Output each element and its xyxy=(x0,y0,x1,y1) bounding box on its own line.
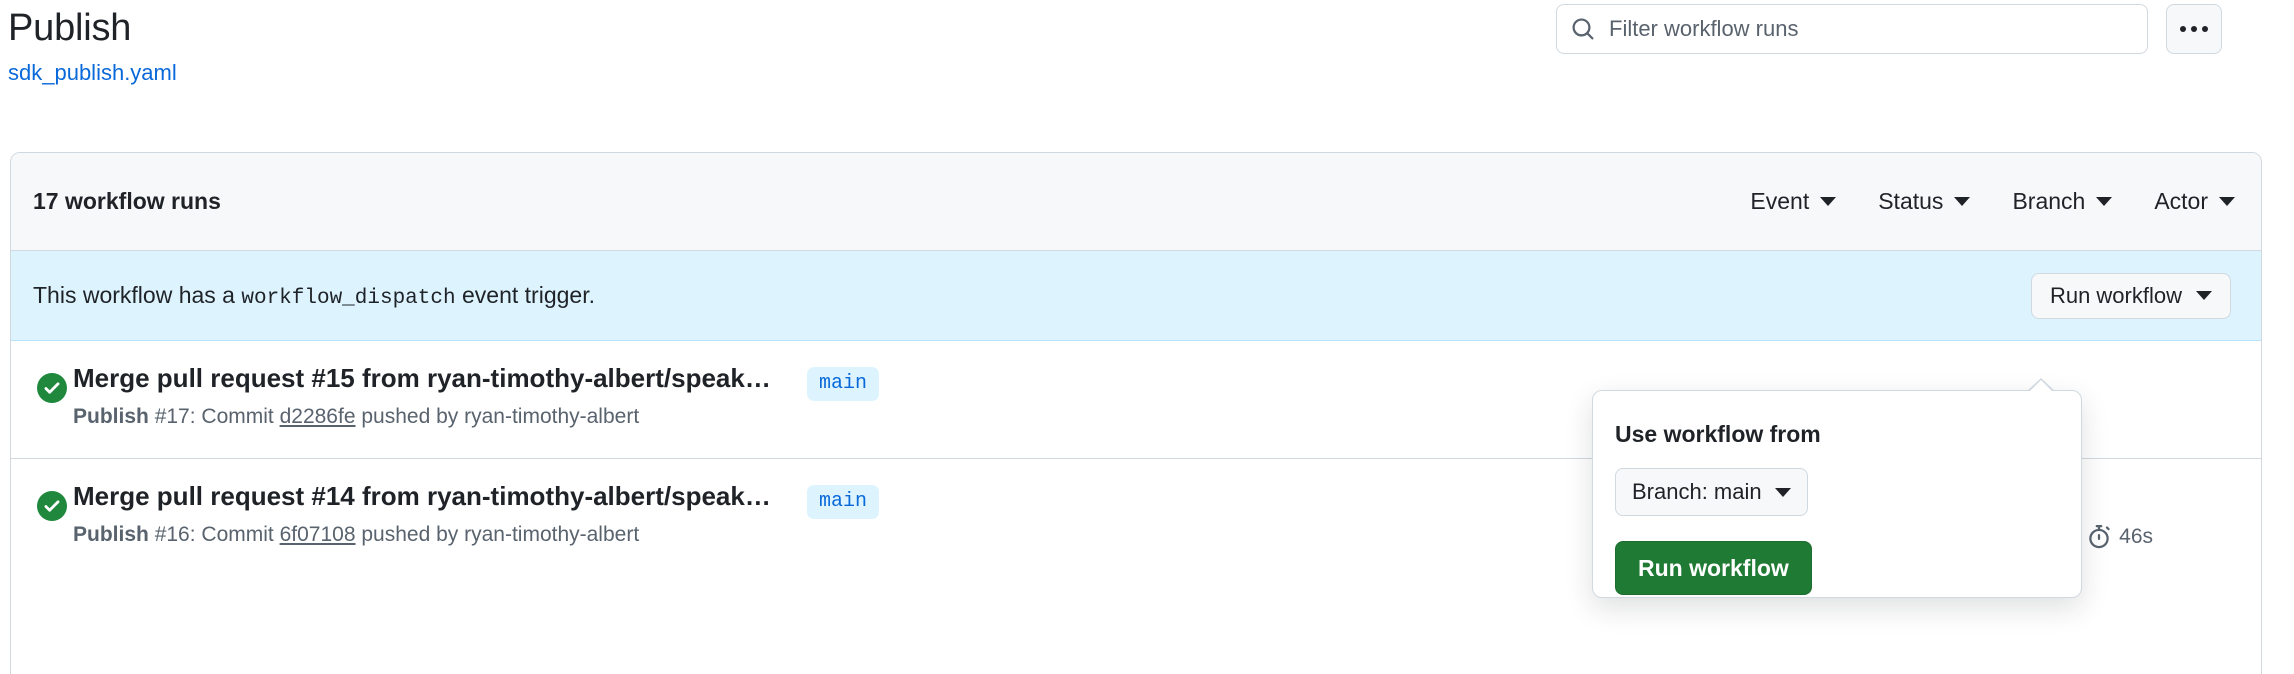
dispatch-text-after: event trigger. xyxy=(462,281,595,308)
commit-word: Commit xyxy=(201,405,274,428)
workflow-runs-page: Publish sdk_publish.yaml 17 workflow run… xyxy=(0,0,2294,674)
run-number: #16: xyxy=(154,523,196,546)
kebab-dot xyxy=(2180,26,2186,32)
search-icon xyxy=(1572,18,1594,40)
run-workflow-dropdown-button[interactable]: Run workflow xyxy=(2030,272,2231,319)
branch-select-button[interactable]: Branch: main xyxy=(1615,468,1808,516)
run-title[interactable]: Merge pull request #15 from ryan-timothy… xyxy=(73,363,773,394)
run-workflow-submit-label: Run workflow xyxy=(1638,554,1789,581)
pushed-by-text: pushed by ryan-timothy-albert xyxy=(361,523,640,546)
chevron-down-icon xyxy=(2219,197,2235,206)
page-title: Publish xyxy=(8,7,132,49)
search-field[interactable] xyxy=(1556,4,2148,54)
search-input[interactable] xyxy=(1595,16,2133,42)
dropdown-caret-icon xyxy=(2029,380,2053,392)
chevron-down-icon xyxy=(1774,487,1791,497)
filters-group: Event Status Branch Actor xyxy=(1750,188,2235,215)
dispatch-banner-text: This workflow has a workflow_dispatch ev… xyxy=(33,282,595,310)
run-workflow-submit-button[interactable]: Run workflow xyxy=(1615,541,1812,595)
run-workflow-name: Publish xyxy=(73,405,149,428)
branch-badge[interactable]: main xyxy=(807,367,880,401)
run-workflow-name: Publish xyxy=(73,523,149,546)
chevron-down-icon xyxy=(2096,197,2113,206)
chevron-down-icon xyxy=(2196,291,2212,300)
filter-branch[interactable]: Branch xyxy=(2012,188,2113,215)
commit-sha-link[interactable]: 6f07108 xyxy=(280,523,356,546)
run-meta: Publish #17: Commit d2286fe pushed by ry… xyxy=(73,405,639,429)
filter-branch-label: Branch xyxy=(2012,188,2086,214)
filter-event[interactable]: Event xyxy=(1750,188,1837,215)
more-options-button[interactable] xyxy=(2166,4,2222,54)
workflow-dispatch-banner: This workflow has a workflow_dispatch ev… xyxy=(11,251,2261,341)
filter-status-label: Status xyxy=(1878,188,1944,214)
kebab-dot xyxy=(2191,26,2197,32)
workflow-file-link[interactable]: sdk_publish.yaml xyxy=(8,60,177,86)
kebab-dot xyxy=(2202,26,2208,32)
chevron-down-icon xyxy=(1954,197,1971,206)
run-title[interactable]: Merge pull request #14 from ryan-timothy… xyxy=(73,481,773,512)
stopwatch-icon xyxy=(2089,525,2110,549)
filter-event-label: Event xyxy=(1750,188,1810,214)
run-number: #17: xyxy=(154,405,196,428)
chevron-down-icon xyxy=(1820,197,1837,206)
filter-actor-label: Actor xyxy=(2154,188,2208,214)
run-workflow-trigger-label: Run workflow xyxy=(2049,282,2182,308)
success-check-icon xyxy=(37,491,67,521)
branch-select-label: Branch: main xyxy=(1632,479,1762,504)
run-workflow-dropdown-panel: Use workflow from Branch: main Run workf… xyxy=(1592,378,2082,598)
page-header: Publish sdk_publish.yaml xyxy=(0,0,2294,120)
run-duration: 46s xyxy=(2087,525,2153,549)
filter-actor[interactable]: Actor xyxy=(2154,188,2235,215)
branch-badge[interactable]: main xyxy=(807,485,880,519)
pushed-by-text: pushed by ryan-timothy-albert xyxy=(361,405,640,428)
commit-word: Commit xyxy=(201,523,274,546)
commit-sha-link[interactable]: d2286fe xyxy=(280,405,356,428)
filter-status[interactable]: Status xyxy=(1878,188,1971,215)
dispatch-text-before: This workflow has a xyxy=(33,281,235,308)
run-duration-value: 46s xyxy=(2119,525,2153,548)
dispatch-event-name: workflow_dispatch xyxy=(241,286,456,310)
use-workflow-from-label: Use workflow from xyxy=(1615,421,1821,447)
success-check-icon xyxy=(37,373,67,403)
runs-toolbar: 17 workflow runs Event Status Branch Act… xyxy=(11,153,2261,251)
runs-count: 17 workflow runs xyxy=(33,188,221,214)
run-meta: Publish #16: Commit 6f07108 pushed by ry… xyxy=(73,523,639,547)
